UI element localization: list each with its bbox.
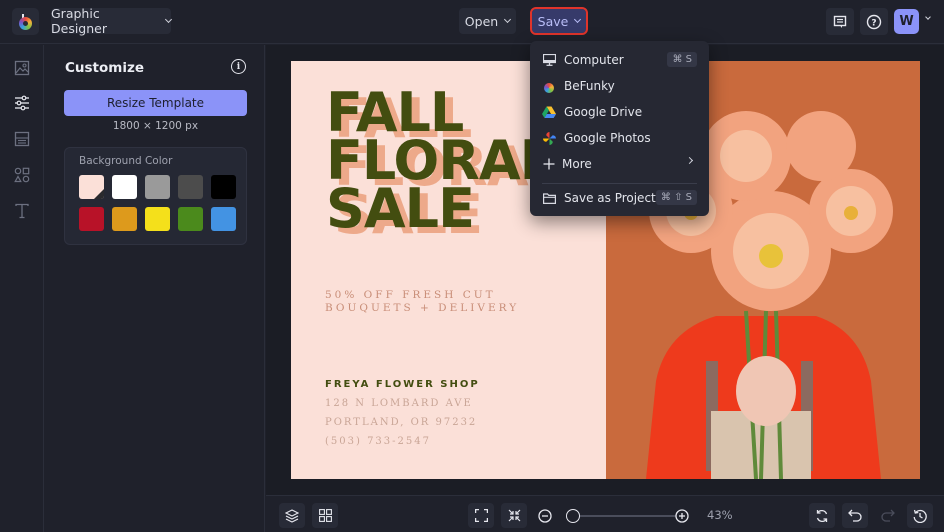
collapse-icon <box>508 509 520 522</box>
open-label: Open <box>464 13 499 29</box>
top-bar: Graphic Designer Open Save ? W <box>0 0 944 44</box>
svg-text:?: ? <box>871 18 876 28</box>
save-to-computer[interactable]: Computer ⌘ S <box>530 47 709 73</box>
subline-2: BOUQUETS + DELIVERY <box>325 302 520 314</box>
template-dimensions: 1800 × 1200 px <box>112 120 199 132</box>
shop-name[interactable]: FREYA FLOWER SHOP <box>325 379 480 390</box>
bottom-toolbar: 43% <box>266 495 944 532</box>
history-button[interactable] <box>907 503 933 528</box>
zoom-out-icon[interactable] <box>538 509 552 523</box>
befunky-logo-icon <box>542 79 556 93</box>
befunky-logo[interactable] <box>12 8 39 35</box>
panel-title: Customize <box>65 60 144 76</box>
color-swatch[interactable] <box>112 175 137 199</box>
zoom-percent: 43% <box>707 508 733 522</box>
fit-to-screen-button[interactable] <box>468 503 494 528</box>
history-icon <box>913 509 927 523</box>
shortcut-hint: ⌘ ⇧ S <box>655 190 697 205</box>
graphics-shapes-icon[interactable] <box>12 165 32 185</box>
save-dropdown-menu: Computer ⌘ S BeFunky Google Drive Google… <box>530 41 709 216</box>
actual-size-button[interactable] <box>501 503 527 528</box>
color-swatch[interactable] <box>79 207 104 231</box>
menu-item-label: Computer <box>564 53 624 67</box>
chevron-right-icon <box>685 156 694 165</box>
redo-button[interactable] <box>875 503 901 528</box>
layers-button[interactable] <box>279 503 305 528</box>
comments-button[interactable] <box>826 8 854 35</box>
zoom-slider-thumb[interactable] <box>566 509 580 523</box>
app-mode-label: Graphic Designer <box>51 6 107 36</box>
address-line-1[interactable]: 128 N LOMBARD AVE <box>325 398 473 409</box>
menu-item-label: Save as Project <box>564 191 656 205</box>
app-mode-dropdown[interactable]: Graphic Designer <box>51 6 173 36</box>
replace-button[interactable] <box>809 503 835 528</box>
save-label: Save <box>537 13 569 29</box>
undo-icon <box>848 509 862 522</box>
chevron-down-icon <box>164 15 173 24</box>
color-swatch[interactable] <box>178 207 203 231</box>
save-to-befunky[interactable]: BeFunky <box>530 73 709 99</box>
undo-button[interactable] <box>842 503 868 528</box>
save-button[interactable]: Save <box>530 7 588 35</box>
save-as-project[interactable]: Save as Project ⌘ ⇧ S <box>530 185 709 211</box>
resize-template-button[interactable]: Resize Template <box>64 90 247 116</box>
menu-item-label: BeFunky <box>564 79 615 93</box>
account-chevron-icon[interactable] <box>925 14 931 20</box>
text-icon[interactable] <box>12 201 32 221</box>
chevron-down-icon <box>574 15 582 24</box>
folder-icon <box>542 191 556 205</box>
color-swatch[interactable] <box>145 175 170 199</box>
google-photos-icon <box>542 131 556 145</box>
grid-view-button[interactable] <box>312 503 338 528</box>
color-swatch[interactable] <box>112 207 137 231</box>
background-color-card: Background Color <box>64 147 247 245</box>
menu-item-label: More <box>562 157 592 171</box>
color-swatches <box>79 175 236 231</box>
selected-indicator <box>94 189 104 199</box>
monitor-icon <box>542 53 556 67</box>
open-button[interactable]: Open <box>459 8 516 34</box>
redo-icon <box>881 509 895 522</box>
subheadline[interactable]: 50% OFF FRESH CUT BOUQUETS + DELIVERY <box>325 289 519 315</box>
save-to-google-drive[interactable]: Google Drive <box>530 99 709 125</box>
color-swatch[interactable] <box>211 175 236 199</box>
save-more-options[interactable]: More <box>530 151 709 177</box>
plus-icon <box>542 157 556 171</box>
zoom-in-icon[interactable] <box>675 509 689 523</box>
befunky-logo-icon <box>19 17 32 30</box>
comment-icon <box>833 15 847 28</box>
user-avatar[interactable]: W <box>894 9 919 34</box>
refresh-icon <box>816 509 828 522</box>
image-manager-icon[interactable] <box>12 58 32 78</box>
subline-1: 50% OFF FRESH CUT <box>325 289 496 301</box>
expand-icon <box>474 509 488 522</box>
menu-item-label: Google Drive <box>564 105 643 119</box>
color-swatch[interactable] <box>79 175 104 199</box>
zoom-slider-track[interactable] <box>566 515 676 517</box>
google-drive-icon <box>542 105 556 119</box>
help-button[interactable]: ? <box>860 8 888 35</box>
color-swatch[interactable] <box>211 207 236 231</box>
left-nav <box>0 45 44 532</box>
shortcut-hint: ⌘ S <box>667 52 697 67</box>
customize-sliders-icon[interactable] <box>12 93 32 113</box>
address-line-2[interactable]: PORTLAND, OR 97232 <box>325 417 477 428</box>
layouts-icon[interactable] <box>12 129 32 149</box>
help-icon: ? <box>866 14 882 29</box>
background-color-label: Background Color <box>79 155 173 167</box>
info-icon[interactable]: i <box>231 59 246 74</box>
color-swatch[interactable] <box>178 175 203 199</box>
grid-icon <box>318 509 332 522</box>
layers-icon <box>285 508 299 523</box>
menu-item-label: Google Photos <box>564 131 651 145</box>
headline-line-3: SALE <box>326 177 475 240</box>
chevron-down-icon <box>504 15 512 24</box>
color-swatch[interactable] <box>145 207 170 231</box>
save-to-google-photos[interactable]: Google Photos <box>530 125 709 151</box>
customize-panel: Customize i Resize Template 1800 × 1200 … <box>45 45 265 532</box>
phone-number[interactable]: (503) 733-2547 <box>325 436 431 447</box>
menu-divider <box>542 183 697 184</box>
